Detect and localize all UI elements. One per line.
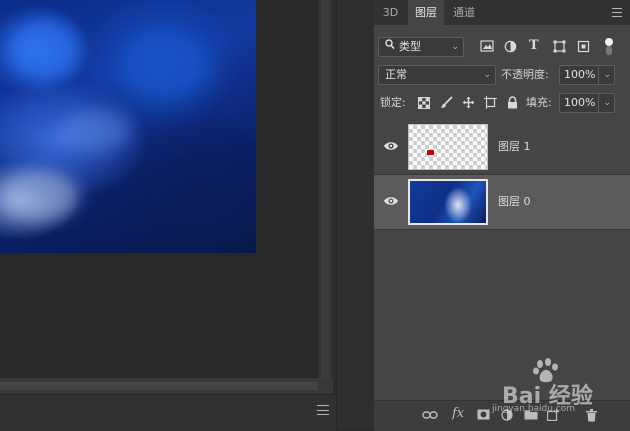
chevron-down-icon: ⌄: [483, 70, 491, 80]
photo-highlight-3: [0, 170, 80, 220]
status-menu-icon[interactable]: [317, 405, 329, 415]
vertical-scroll-thumb[interactable]: [321, 0, 330, 378]
adjustment-filter-icon[interactable]: [504, 40, 518, 54]
opacity-dropdown[interactable]: ⌄: [598, 65, 615, 85]
panel-tab-bar: 3D 图层 通道: [374, 0, 630, 25]
lock-label: 锁定:: [380, 96, 406, 109]
photo-highlight-2: [120, 30, 210, 100]
opacity-value: 100%: [564, 68, 596, 81]
lock-artboard-icon[interactable]: [484, 96, 498, 110]
layer-style-fx-icon[interactable]: fx: [452, 406, 464, 421]
fill-dropdown[interactable]: ⌄: [598, 93, 615, 113]
horizontal-scroll-thumb[interactable]: [0, 382, 318, 390]
watermark-url: jingyan.baidu.com: [492, 404, 576, 414]
layer-row-1[interactable]: 图层 1: [374, 120, 630, 175]
layer-1-thumbnail[interactable]: [408, 124, 488, 170]
baidu-watermark: Bai 经验 jingyan.baidu.com: [472, 358, 622, 414]
blend-mode-select[interactable]: 正常 ⌄: [378, 65, 496, 85]
lock-position-move-icon[interactable]: [462, 96, 476, 110]
shape-filter-icon[interactable]: [553, 40, 567, 54]
opacity-label: 不透明度:: [501, 68, 549, 81]
filter-type-select[interactable]: 类型 ⌄: [378, 37, 464, 57]
chevron-down-icon: ⌄: [603, 70, 611, 80]
status-strip: [0, 394, 336, 431]
panel-menu-icon[interactable]: [612, 8, 622, 17]
layer-1-content-mark: [427, 150, 434, 155]
horizontal-scrollbar[interactable]: [0, 378, 333, 394]
type-filter-icon[interactable]: T: [529, 38, 543, 53]
filter-row: 类型 ⌄ T: [374, 36, 630, 60]
fill-label: 填充:: [526, 96, 552, 109]
blend-row: 正常 ⌄ 不透明度: 100% ⌄: [374, 64, 630, 88]
search-icon: [385, 38, 395, 56]
pixel-layer-filter-icon[interactable]: [480, 40, 494, 54]
eye-visibility-icon[interactable]: [383, 195, 399, 207]
fill-value: 100%: [564, 96, 596, 109]
layer-0-thumbnail[interactable]: [408, 179, 488, 225]
lock-row: 锁定: 填充: 100% ⌄: [374, 92, 630, 116]
tab-channels[interactable]: 通道: [446, 0, 482, 25]
panel-divider: [336, 0, 375, 430]
blend-mode-value: 正常: [385, 68, 407, 81]
layer-1-name[interactable]: 图层 1: [498, 138, 531, 154]
chevron-down-icon: ⌄: [603, 98, 611, 108]
photo-canvas[interactable]: [0, 0, 256, 253]
document-canvas-area[interactable]: [0, 0, 318, 378]
link-layers-icon[interactable]: [422, 409, 438, 423]
filter-type-label: 类型: [399, 40, 421, 53]
layer-row-0[interactable]: 图层 0: [374, 175, 630, 230]
vertical-scrollbar[interactable]: [318, 0, 333, 378]
eye-visibility-icon[interactable]: [383, 140, 399, 152]
lock-all-icon[interactable]: [507, 96, 521, 110]
filter-toggle-icon[interactable]: [604, 37, 614, 57]
chevron-down-icon: ⌄: [451, 42, 459, 52]
tab-3d[interactable]: 3D: [374, 0, 407, 25]
lock-transparent-pixels-icon[interactable]: [418, 97, 432, 111]
photo-highlight-1: [10, 20, 80, 80]
photo-highlight-4: [60, 110, 130, 150]
tab-layers[interactable]: 图层: [408, 0, 444, 25]
layer-0-name[interactable]: 图层 0: [498, 193, 531, 209]
lock-image-pixels-brush-icon[interactable]: [440, 96, 454, 110]
smart-object-filter-icon[interactable]: [577, 40, 591, 54]
